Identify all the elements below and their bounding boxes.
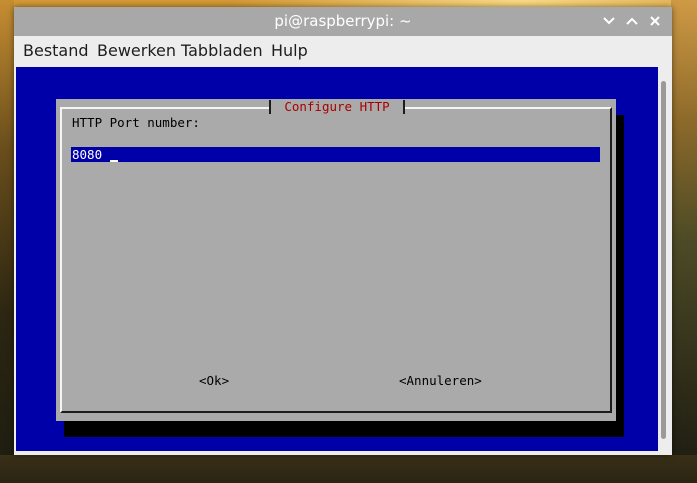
- vertical-scrollbar[interactable]: [658, 67, 672, 451]
- port-input-value: 8080: [72, 147, 103, 162]
- configure-http-dialog: Configure HTTP HTTP Port number: 8080 <O…: [56, 99, 616, 421]
- terminal-window: pi@raspberrypi: ~ Bestand Bewerken Tabbl…: [14, 7, 672, 455]
- chevron-down-icon: [603, 17, 615, 25]
- close-icon: [650, 16, 660, 26]
- desktop-wallpaper-left: [0, 0, 14, 483]
- menubar: Bestand Bewerken Tabbladen Hulp: [14, 36, 672, 67]
- ok-button[interactable]: <Ok>: [199, 373, 229, 389]
- menu-bestand[interactable]: Bestand: [23, 36, 89, 67]
- port-input[interactable]: 8080: [71, 147, 600, 162]
- chevron-up-icon: [626, 17, 638, 25]
- dialog-title: Configure HTTP: [269, 100, 405, 114]
- maximize-button[interactable]: [624, 13, 640, 29]
- desktop-wallpaper-right: [671, 0, 697, 483]
- menu-bewerken[interactable]: Bewerken: [97, 36, 176, 67]
- scrollbar-thumb[interactable]: [661, 81, 666, 439]
- menu-tabbladen[interactable]: Tabbladen: [181, 36, 263, 67]
- menu-hulp[interactable]: Hulp: [271, 36, 308, 67]
- minimize-button[interactable]: [601, 13, 617, 29]
- terminal-area[interactable]: Configure HTTP HTTP Port number: 8080 <O…: [16, 67, 658, 451]
- cancel-button[interactable]: <Annuleren>: [399, 373, 482, 389]
- text-cursor: [110, 160, 118, 162]
- port-prompt-label: HTTP Port number:: [72, 115, 200, 130]
- window-titlebar[interactable]: pi@raspberrypi: ~: [14, 7, 672, 36]
- window-title: pi@raspberrypi: ~: [274, 12, 412, 30]
- close-button[interactable]: [647, 13, 663, 29]
- desktop-wallpaper-bottom: [0, 455, 697, 483]
